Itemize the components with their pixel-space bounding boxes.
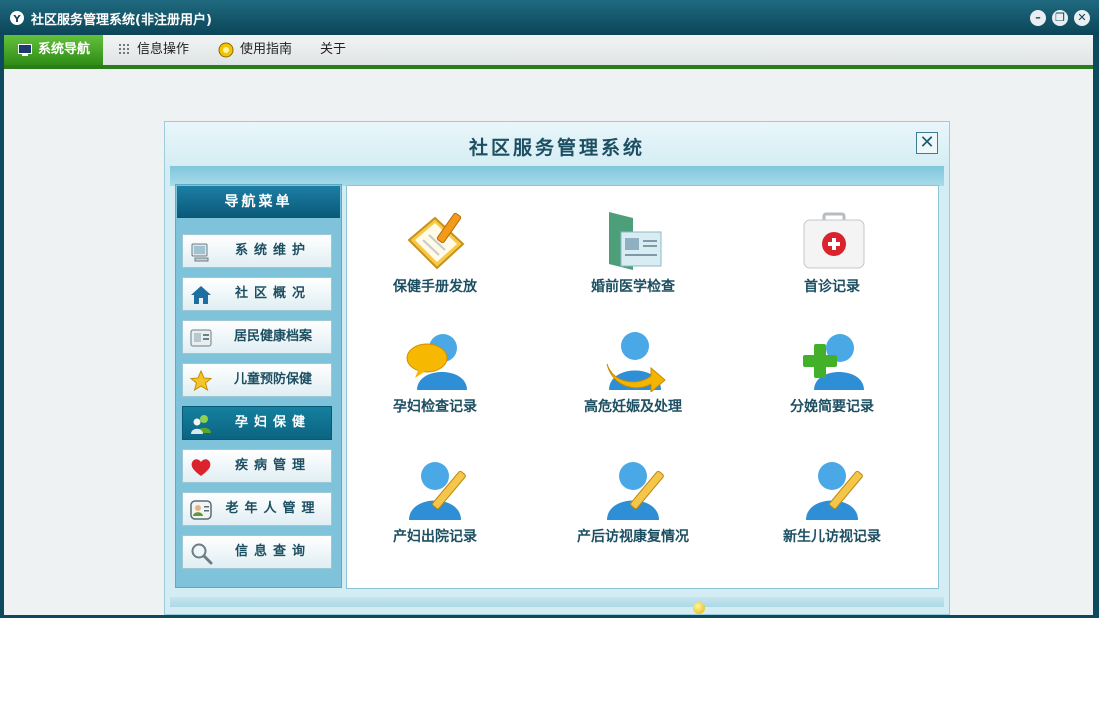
workspace: 社区服务管理系统 ✕ 导航菜单 系统维护 社区概况 居民健康档案 儿童预防保健 … [4, 69, 1093, 615]
user-add-icon [803, 334, 864, 390]
contact-icon [190, 500, 212, 520]
nav-item-system-maintenance[interactable]: 系统维护 [182, 234, 332, 268]
restore-button[interactable]: ❐ [1052, 10, 1068, 26]
tile-first-visit[interactable]: 首诊记录 [752, 210, 912, 310]
dialog-footer [170, 597, 944, 607]
tile-handbook-issue[interactable]: 保健手册发放 [355, 210, 515, 310]
folder-document-icon [609, 212, 662, 270]
nav-header: 导航菜单 [177, 186, 340, 218]
main-dialog: 社区服务管理系统 ✕ 导航菜单 系统维护 社区概况 居民健康档案 儿童预防保健 … [164, 121, 950, 615]
menu-about[interactable]: 关于 [320, 35, 346, 65]
nav-item-health-records[interactable]: 居民健康档案 [182, 320, 332, 354]
minimize-button[interactable]: – [1030, 10, 1046, 26]
tile-delivery-summary[interactable]: 分娩简要记录 [752, 330, 912, 430]
user-edit-icon [806, 462, 863, 520]
nav-item-child-health[interactable]: 儿童预防保健 [182, 363, 332, 397]
dialog-title: 社区服务管理系统 [468, 137, 645, 159]
id-card-icon [190, 329, 212, 347]
computer-icon [191, 243, 209, 262]
menu-info-ops[interactable]: 信息操作 [119, 35, 189, 65]
tile-discharge-record[interactable]: 产妇出院记录 [355, 460, 515, 560]
dialog-header[interactable]: 社区服务管理系统 ✕ [165, 122, 949, 166]
content-panel: 保健手册发放 婚前医学检查 首诊记录 孕妇检查记录 高危妊娠及处理 分娩简要记录… [346, 185, 939, 589]
minimize-icon: – [1035, 11, 1041, 24]
status-indicator-icon [693, 602, 705, 614]
tile-premarital-check[interactable]: 婚前医学检查 [553, 210, 713, 310]
heart-icon [191, 459, 211, 476]
user-chat-icon [406, 334, 467, 390]
user-edit-icon [607, 462, 664, 520]
tile-newborn-visit[interactable]: 新生儿访视记录 [752, 460, 912, 560]
menu-bar: 系统导航 信息操作 使用指南 关于 [4, 35, 1093, 65]
nav-item-community-overview[interactable]: 社区概况 [182, 277, 332, 311]
nav-panel: 导航菜单 系统维护 社区概况 居民健康档案 儿童预防保健 孕妇保健 疾病管理 老… [175, 184, 342, 588]
nav-item-elderly-management[interactable]: 老年人管理 [182, 492, 332, 526]
dialog-band [170, 166, 944, 186]
magnifier-icon [191, 543, 213, 565]
first-aid-kit-icon [803, 212, 865, 269]
nav-item-maternal-care[interactable]: 孕妇保健 [182, 406, 332, 440]
user-arrow-icon [606, 332, 666, 392]
svg-text:Y: Y [12, 14, 21, 25]
nav-item-info-query[interactable]: 信息查询 [182, 535, 332, 569]
nav-item-disease-management[interactable]: 疾病管理 [182, 449, 332, 483]
monitor-icon [18, 43, 32, 56]
tile-prenatal-check[interactable]: 孕妇检查记录 [355, 330, 515, 430]
users-icon [191, 415, 211, 434]
help-icon [218, 42, 234, 57]
close-icon: ✕ [1077, 11, 1087, 24]
tile-high-risk-pregnancy[interactable]: 高危妊娠及处理 [553, 330, 713, 430]
home-icon [191, 286, 211, 304]
grid-icon [119, 43, 129, 54]
star-icon [189, 369, 213, 392]
close-button[interactable]: ✕ [1074, 10, 1090, 26]
notebook-pencil-icon [407, 212, 465, 270]
menu-user-guide[interactable]: 使用指南 [218, 35, 292, 65]
restore-icon: ❐ [1055, 11, 1065, 24]
close-icon: ✕ [919, 132, 935, 153]
tile-postpartum-visit[interactable]: 产后访视康复情况 [553, 460, 713, 560]
app-window: Y 社区服务管理系统(非注册用户) – ❐ ✕ 系统导航 信息操作 使用指南 关… [0, 0, 1099, 618]
window-title: 社区服务管理系统(非注册用户) [31, 13, 212, 28]
app-logo-icon: Y [10, 11, 24, 25]
user-edit-icon [409, 462, 466, 520]
title-bar[interactable]: Y 社区服务管理系统(非注册用户) – ❐ ✕ [0, 0, 1099, 35]
dialog-close-button[interactable]: ✕ [916, 132, 938, 154]
menu-system-nav[interactable]: 系统导航 [4, 35, 103, 65]
